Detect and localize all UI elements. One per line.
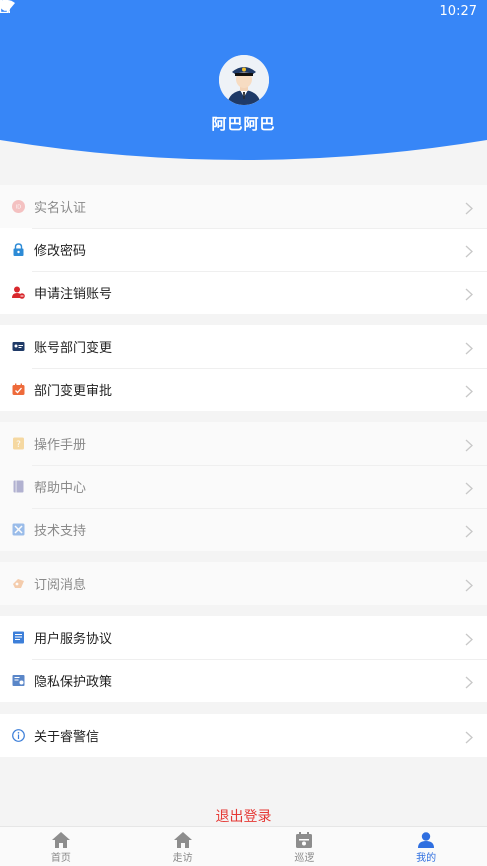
manual-icon: ?: [12, 437, 25, 450]
menu-group-subscription: 订阅消息: [0, 562, 487, 605]
tools-icon: [12, 523, 25, 536]
info-icon: [12, 729, 25, 742]
chevron-right-icon: [465, 200, 473, 215]
chevron-right-icon: [465, 286, 473, 301]
chevron-right-icon: [465, 383, 473, 398]
menu-item-label: 用户服务协议: [34, 632, 113, 647]
home-icon: [51, 832, 70, 848]
tab-label: 我的: [416, 853, 437, 864]
svg-text:ID: ID: [16, 205, 21, 211]
menu-item-label: 关于睿警信: [34, 730, 100, 745]
menu-item-label: 账号部门变更: [34, 341, 113, 356]
menu-item-label: 技术支持: [34, 524, 87, 539]
menu-group-department: 账号部门变更 部门变更审批: [0, 325, 487, 411]
menu-item-technical-support[interactable]: 技术支持: [0, 508, 487, 551]
menu-item-operation-manual[interactable]: ? 操作手册: [0, 422, 487, 465]
menu-group-about: 关于睿警信: [0, 714, 487, 757]
menu-item-change-password[interactable]: 修改密码: [0, 228, 487, 271]
agreement-icon: [12, 631, 25, 644]
menu-item-about[interactable]: 关于睿警信: [0, 714, 487, 757]
avatar[interactable]: [219, 55, 269, 105]
chevron-right-icon: [465, 437, 473, 452]
chevron-right-icon: [465, 340, 473, 355]
menu-item-label: 申请注销账号: [34, 287, 113, 302]
menu-item-label: 修改密码: [34, 244, 87, 259]
menu-item-department-change-approval[interactable]: 部门变更审批: [0, 368, 487, 411]
chevron-right-icon: [465, 243, 473, 258]
svg-text:?: ?: [16, 440, 21, 450]
calendar-icon: [296, 832, 313, 848]
person-icon: [418, 832, 435, 848]
logout-button[interactable]: 退出登录: [0, 806, 487, 826]
menu-group-legal: 用户服务协议 隐私保护政策: [0, 616, 487, 702]
menu-item-label: 隐私保护政策: [34, 675, 113, 690]
book-icon: [12, 480, 25, 493]
menu-item-user-service-agreement[interactable]: 用户服务协议: [0, 616, 487, 659]
menu-group-account: ID 实名认证 修改密码 申请注销账号: [0, 185, 487, 314]
menu-item-subscribe-messages[interactable]: 订阅消息: [0, 562, 487, 605]
visit-icon: [173, 832, 192, 848]
chevron-right-icon: [465, 523, 473, 538]
menu-item-label: 订阅消息: [34, 578, 87, 593]
chevron-right-icon: [465, 674, 473, 689]
approval-icon: [12, 383, 25, 396]
menu-item-account-department-change[interactable]: 账号部门变更: [0, 325, 487, 368]
chevron-right-icon: [465, 480, 473, 495]
tab-home[interactable]: 首页: [0, 827, 122, 866]
privacy-icon: [12, 674, 25, 687]
menu-group-help: ? 操作手册 帮助中心 技术支持: [0, 422, 487, 551]
menu-item-help-center[interactable]: 帮助中心: [0, 465, 487, 508]
tab-label: 巡逻: [294, 853, 315, 864]
chevron-right-icon: [465, 729, 473, 744]
menu-item-label: 部门变更审批: [34, 384, 113, 399]
id-card-icon: [12, 340, 25, 353]
menu-item-label: 操作手册: [34, 438, 87, 453]
tab-visit[interactable]: 走访: [122, 827, 244, 866]
tab-patrol[interactable]: 巡逻: [244, 827, 366, 866]
subscribe-icon: [12, 577, 25, 590]
tab-mine[interactable]: 我的: [365, 827, 487, 866]
bottom-tab-bar: 首页 走访 巡逻 我的: [0, 826, 487, 866]
tab-label: 走访: [172, 853, 193, 864]
tab-label: 首页: [50, 853, 71, 864]
police-avatar-icon: [219, 55, 269, 105]
status-bar: 10:27: [0, 0, 487, 22]
user-remove-icon: [12, 286, 25, 299]
profile-header: 10:27 阿巴阿巴: [0, 0, 487, 162]
menu-item-real-name-verification[interactable]: ID 实名认证: [0, 185, 487, 228]
status-time: 10:27: [439, 3, 477, 19]
menu-item-label: 实名认证: [34, 201, 87, 216]
menu-item-cancel-account[interactable]: 申请注销账号: [0, 271, 487, 314]
menu-item-label: 帮助中心: [34, 481, 87, 496]
lock-icon: [12, 243, 25, 256]
id-verify-icon: ID: [12, 200, 25, 213]
chevron-right-icon: [465, 631, 473, 646]
username: 阿巴阿巴: [211, 115, 276, 133]
menu-item-privacy-policy[interactable]: 隐私保护政策: [0, 659, 487, 702]
chevron-right-icon: [465, 577, 473, 592]
